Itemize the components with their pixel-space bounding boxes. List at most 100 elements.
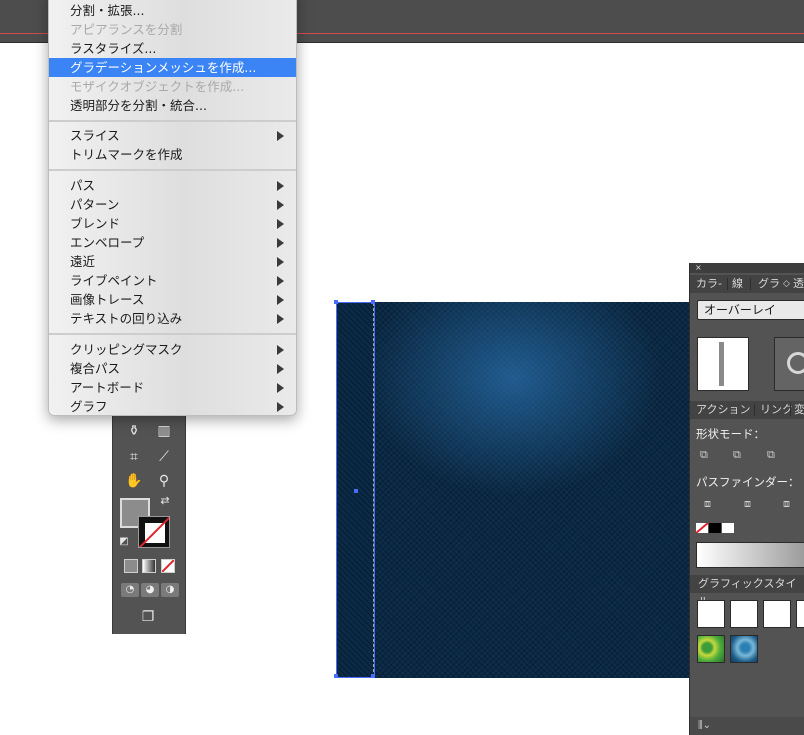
- tab-transform[interactable]: 変: [794, 401, 804, 419]
- menu-separator: [49, 333, 296, 335]
- none-mode-button[interactable]: [161, 559, 175, 573]
- menu-item-text-wrap[interactable]: テキストの回り込み: [49, 309, 296, 328]
- shape-modes-label: 形状モード：: [696, 427, 765, 441]
- menu-item-live-paint[interactable]: ライブペイント: [49, 271, 296, 290]
- menu-item-clipping-mask[interactable]: クリッピングマスク: [49, 340, 296, 359]
- tab-links[interactable]: リンク: [760, 401, 793, 419]
- draw-inside-icon[interactable]: ◑: [161, 583, 179, 597]
- submenu-arrow-icon: [277, 402, 284, 412]
- blend-mode-select[interactable]: オーバーレイ: [697, 300, 804, 320]
- object-thumbnail-shape: [719, 342, 724, 386]
- mask-thumbnail[interactable]: [774, 337, 804, 391]
- graphic-styles-footer: ⫼⌄: [690, 717, 804, 735]
- draw-behind-icon[interactable]: ◕: [141, 583, 159, 597]
- intersect-icon[interactable]: ⧉: [767, 449, 781, 461]
- submenu-arrow-icon: [277, 257, 284, 267]
- symbol-sprayer-icon[interactable]: ⚱: [121, 420, 147, 442]
- menu-item-flatten-transparency[interactable]: 透明部分を分割・統合...: [49, 96, 296, 115]
- merge-icon[interactable]: ⧈: [783, 498, 797, 510]
- tab-color[interactable]: カラ-: [696, 275, 722, 293]
- menu-item-expand-appearance: アピアランスを分割: [70, 22, 183, 37]
- anchor-point[interactable]: [354, 489, 358, 493]
- graphic-style-none-stroke[interactable]: [730, 600, 758, 628]
- zoom-icon[interactable]: ⚲: [151, 470, 177, 492]
- minus-front-icon[interactable]: ⧉: [733, 449, 747, 461]
- hand-icon[interactable]: ✋: [121, 470, 147, 492]
- anchor-point[interactable]: [334, 300, 338, 304]
- menu-item-compound-path[interactable]: 複合パス: [49, 359, 296, 378]
- submenu-arrow-icon: [277, 200, 284, 210]
- menu-item-path[interactable]: パス: [49, 176, 296, 195]
- tab-actions[interactable]: アクション: [696, 401, 750, 419]
- denim-artwork[interactable]: [334, 300, 690, 678]
- graphic-style-green-swirl[interactable]: [697, 635, 725, 663]
- selection-edge-dashed: [373, 303, 374, 677]
- color-panel-tabs: カラ- 線 グラ ◇ 透: [690, 275, 804, 293]
- eyedropper-icon[interactable]: ⟋: [151, 446, 177, 468]
- action-panel-tabs: アクション リンク 変: [690, 401, 804, 419]
- submenu-arrow-icon: [277, 295, 284, 305]
- submenu-arrow-icon: [277, 314, 284, 324]
- graphic-style-partial[interactable]: [796, 600, 804, 628]
- submenu-arrow-icon: [277, 131, 284, 141]
- swap-fill-stroke-icon[interactable]: ⇄: [157, 494, 173, 508]
- gradient-swatch-none[interactable]: [696, 523, 708, 533]
- menu-item-create-mosaic: モザイクオブジェクトを作成...: [70, 79, 245, 94]
- default-fill-stroke-icon[interactable]: ◩: [117, 536, 131, 548]
- pathfinder-label: パスファインダー：: [696, 475, 800, 489]
- menu-separator: [49, 169, 296, 171]
- anchor-point[interactable]: [334, 674, 338, 678]
- no-mask-icon: [787, 352, 804, 374]
- gradient-swatch-white[interactable]: [722, 523, 734, 533]
- menu-item-perspective[interactable]: 遠近: [49, 252, 296, 271]
- menu-item-artboards[interactable]: アートボード: [49, 378, 296, 397]
- menu-item-image-trace[interactable]: 画像トレース: [49, 290, 296, 309]
- trim-icon[interactable]: ⧈: [744, 498, 758, 510]
- graphic-styles-tabs: グラフィックスタイル: [690, 575, 804, 608]
- menu-item-envelope[interactable]: エンベロープ: [49, 233, 296, 252]
- unite-icon[interactable]: ⧉: [700, 449, 714, 461]
- menu-separator: [49, 120, 296, 122]
- menu-item-create-trim-marks[interactable]: トリムマークを作成: [49, 145, 296, 164]
- tab-gradient[interactable]: グラ: [758, 275, 780, 293]
- graphic-style-blue-swirl[interactable]: [730, 635, 758, 663]
- stroke-color-swatch[interactable]: [138, 516, 170, 548]
- submenu-arrow-icon: [277, 276, 284, 286]
- screen-mode-icon[interactable]: ❐: [135, 606, 161, 628]
- gradient-preview-bar[interactable]: [696, 542, 804, 568]
- graphic-style-libraries-icon[interactable]: ⫼⌄: [698, 717, 711, 735]
- chevron-icon[interactable]: ◇: [783, 275, 790, 293]
- submenu-arrow-icon: [277, 345, 284, 355]
- object-menu: 分割・拡張... アピアランスを分割 ラスタライズ... グラデーションメッシュ…: [48, 0, 297, 416]
- gradient-mode-button[interactable]: [142, 559, 156, 573]
- draw-normal-icon[interactable]: ◔: [121, 583, 139, 597]
- blend-mode-value: オーバーレイ: [704, 303, 776, 317]
- tools-panel: ⚱ ▥ ⌗ ⟋ ✋ ⚲ ⇄ ◩ ◔ ◕ ◑ ❐: [112, 410, 186, 634]
- gradient-swatch-black[interactable]: [709, 523, 721, 533]
- menu-item-graph[interactable]: グラフ: [49, 397, 296, 416]
- right-panels: × カラ- 線 グラ ◇ 透 オーバーレイ アクション リンク 変 形状モード：…: [689, 263, 804, 735]
- object-thumbnail[interactable]: [697, 337, 749, 391]
- graphic-style-white[interactable]: [763, 600, 791, 628]
- menu-item-blend[interactable]: ブレンド: [49, 214, 296, 233]
- menu-item-pattern[interactable]: パターン: [49, 195, 296, 214]
- menu-item-expand[interactable]: 分割・拡張...: [49, 1, 296, 20]
- color-mode-button[interactable]: [124, 559, 138, 573]
- menu-item-rasterize[interactable]: ラスタライズ...: [49, 39, 296, 58]
- submenu-arrow-icon: [277, 181, 284, 191]
- submenu-arrow-icon: [277, 364, 284, 374]
- menu-item-create-gradient-mesh[interactable]: グラデーションメッシュを作成...: [49, 58, 296, 77]
- column-graph-icon[interactable]: ▥: [151, 420, 177, 442]
- anchor-point[interactable]: [371, 674, 375, 678]
- divide-icon[interactable]: ⧈: [704, 498, 718, 510]
- artboard-icon[interactable]: ⌗: [121, 446, 147, 468]
- tab-stroke[interactable]: 線: [732, 275, 743, 293]
- menu-item-slice[interactable]: スライス: [49, 126, 296, 145]
- submenu-arrow-icon: [277, 219, 284, 229]
- close-icon[interactable]: ×: [695, 263, 702, 273]
- anchor-point[interactable]: [371, 300, 375, 304]
- submenu-arrow-icon: [277, 238, 284, 248]
- graphic-style-default[interactable]: [697, 600, 725, 628]
- submenu-arrow-icon: [277, 383, 284, 393]
- tab-transparency[interactable]: 透: [793, 275, 804, 293]
